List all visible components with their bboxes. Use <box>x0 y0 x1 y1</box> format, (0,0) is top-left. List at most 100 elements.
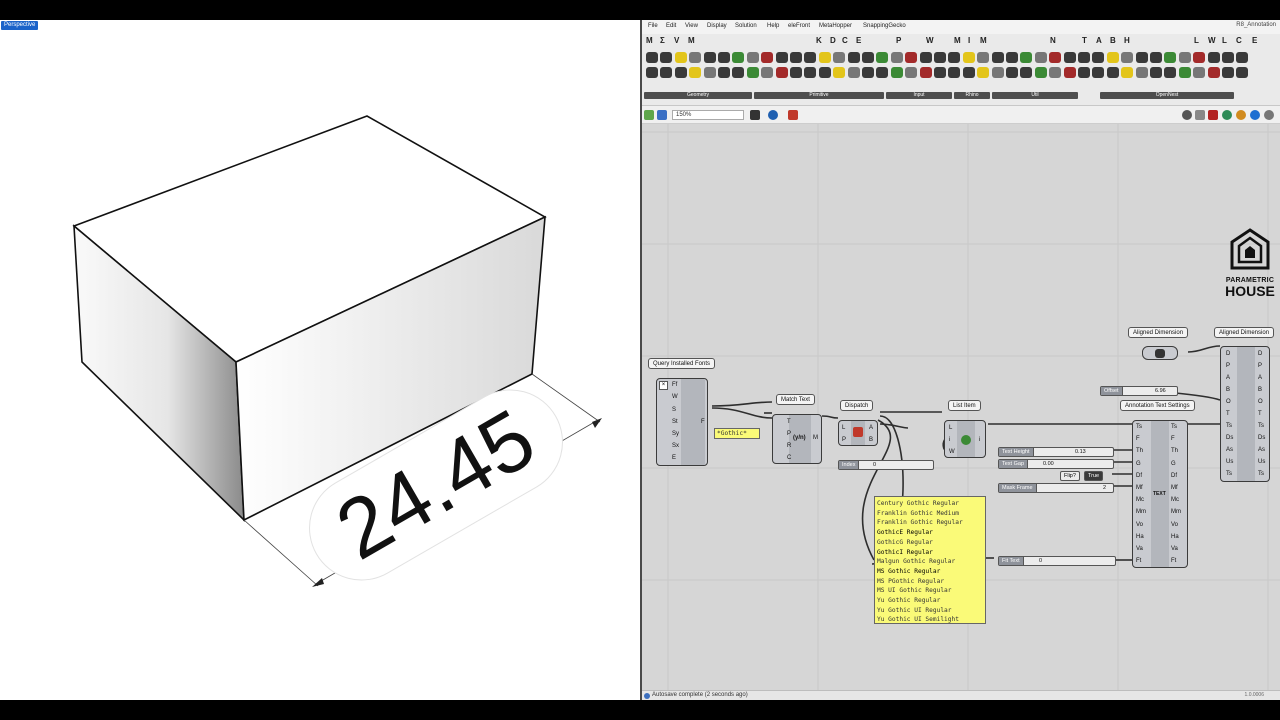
ribbon-tool-icon[interactable] <box>703 67 716 78</box>
gh-canvas[interactable]: PARAMETRIC HOUSE Query Installed Fonts F… <box>642 124 1280 690</box>
dimension-input-port[interactable]: Ts <box>1226 423 1232 430</box>
text-gap-slider[interactable]: Text Gap 0.00 <box>998 459 1114 469</box>
mask-frame-slider[interactable]: Mask Frame 2 <box>998 483 1114 493</box>
ribbon-tool-icon[interactable] <box>689 67 702 78</box>
ribbon-tool-icon[interactable] <box>761 67 774 78</box>
ribbon-tool-icon[interactable] <box>919 52 932 63</box>
annotation-input-port[interactable]: Mc <box>1136 497 1144 504</box>
ribbon-tool-icon[interactable] <box>1207 52 1220 63</box>
tab-maths[interactable]: Σ <box>660 36 665 45</box>
ribbon-tool-icon[interactable] <box>1092 67 1105 78</box>
text-height-slider[interactable]: Text Height 0.13 <box>998 447 1114 457</box>
port-m-out[interactable]: M <box>813 435 818 442</box>
ribbon-tool-icon[interactable] <box>646 52 658 63</box>
tab-b[interactable]: B <box>1110 36 1116 45</box>
menu-view[interactable]: View <box>685 22 698 31</box>
zoom-extents-icon[interactable] <box>750 110 760 120</box>
dimension-output-port[interactable]: P <box>1258 363 1262 370</box>
ribbon-tool-icon[interactable] <box>732 52 745 63</box>
menu-elefront[interactable]: eleFront <box>788 22 810 31</box>
tab-k[interactable]: K <box>816 36 822 45</box>
document-preview-icon[interactable] <box>1236 110 1246 120</box>
annotation-input-port[interactable]: Ha <box>1136 534 1144 541</box>
menu-snappinggecko[interactable]: SnappingGecko <box>863 22 906 31</box>
zoom-level-field[interactable]: 150% <box>672 110 744 120</box>
ribbon-tool-icon[interactable] <box>847 52 860 63</box>
annotation-output-port[interactable]: Ha <box>1171 534 1179 541</box>
dimension-input-port[interactable]: Ds <box>1226 435 1233 442</box>
dimension-input-port[interactable]: P <box>1226 363 1230 370</box>
ribbon-tool-icon[interactable] <box>674 67 687 78</box>
tab-e2[interactable]: E <box>1252 36 1257 45</box>
dimension-input-port[interactable]: B <box>1226 387 1230 394</box>
aligned-dimension-param[interactable] <box>1142 346 1178 360</box>
dimension-output-port[interactable]: B <box>1258 387 1262 394</box>
ribbon-tool-icon[interactable] <box>962 67 975 78</box>
ribbon-tool-icon[interactable] <box>1236 52 1249 63</box>
port-i-list[interactable]: i <box>949 437 950 444</box>
ribbon-tool-icon[interactable] <box>775 67 788 78</box>
port-e[interactable]: E <box>672 455 676 462</box>
annotation-input-port[interactable]: Df <box>1136 473 1142 480</box>
annotation-input-port[interactable]: Vo <box>1136 522 1143 529</box>
ribbon-tool-icon[interactable] <box>876 67 889 78</box>
ribbon-tool-icon[interactable] <box>833 52 846 63</box>
ribbon-tool-icon[interactable] <box>890 52 903 63</box>
port-b-out[interactable]: B <box>869 437 873 444</box>
port-ff[interactable]: Ff <box>672 382 677 389</box>
menu-edit[interactable]: Edit <box>666 22 676 31</box>
tab-w[interactable]: W <box>926 36 934 45</box>
index-slider[interactable]: Index 0 <box>838 460 934 470</box>
ribbon-tool-icon[interactable] <box>1121 67 1134 78</box>
ribbon-tool-icon[interactable] <box>1150 67 1162 78</box>
tab-l2[interactable]: L <box>1222 36 1227 45</box>
tab-params[interactable]: M <box>646 36 653 45</box>
annotation-text-settings-component[interactable]: Ts Ts F F Th Th G G Df Df Mf Mf Mc Mc Mm Mm Vo Vo Ha Ha Va Va… <box>1132 420 1188 568</box>
gothic-search-panel[interactable]: *Gothic* <box>714 428 760 439</box>
preview-mode-icon[interactable] <box>1182 110 1192 120</box>
ribbon-tool-icon[interactable] <box>1006 52 1018 63</box>
ribbon-tool-icon[interactable] <box>1178 67 1191 78</box>
ribbon-tool-icon[interactable] <box>1236 67 1249 78</box>
render-preview-icon[interactable] <box>1250 110 1260 120</box>
ribbon-tool-icon[interactable] <box>1222 52 1234 63</box>
annotation-input-port[interactable]: Ft <box>1136 558 1141 565</box>
menu-display[interactable]: Display <box>707 22 727 31</box>
annotation-output-port[interactable]: Mc <box>1171 497 1179 504</box>
annotation-input-port[interactable]: Th <box>1136 448 1143 455</box>
dimension-output-port[interactable]: T <box>1258 411 1262 418</box>
tab-i[interactable]: I <box>968 36 970 45</box>
dimension-output-port[interactable]: Us <box>1258 459 1265 466</box>
ribbon-tool-icon[interactable] <box>804 67 817 78</box>
annotation-input-port[interactable]: Mm <box>1136 509 1146 516</box>
tab-l[interactable]: L <box>1194 36 1199 45</box>
port-l-list[interactable]: L <box>949 425 952 432</box>
fit-text-slider[interactable]: Fit Text 0 <box>998 556 1116 566</box>
ribbon-tool-icon[interactable] <box>746 52 759 63</box>
ribbon-tool-icon[interactable] <box>1193 52 1206 63</box>
annotation-output-port[interactable]: Mf <box>1171 485 1178 492</box>
menu-solution[interactable]: Solution <box>735 22 757 31</box>
ribbon-tool-icon[interactable] <box>660 52 673 63</box>
ribbon-tool-icon[interactable] <box>948 52 961 63</box>
ribbon-tool-icon[interactable] <box>775 52 788 63</box>
dimension-output-port[interactable]: A <box>1258 375 1262 382</box>
annotation-output-port[interactable]: Vo <box>1171 522 1178 529</box>
annotation-input-port[interactable]: G <box>1136 461 1141 468</box>
sketch-pen-icon[interactable] <box>788 110 798 120</box>
port-w[interactable]: W <box>672 394 678 401</box>
port-st[interactable]: St <box>672 419 678 426</box>
font-list-panel[interactable]: Century Gothic Regular Franklin Gothic M… <box>874 496 986 624</box>
shaded-preview-icon[interactable] <box>1208 110 1218 120</box>
ribbon-tool-icon[interactable] <box>847 67 860 78</box>
ribbon-tool-icon[interactable] <box>746 67 759 78</box>
menu-metahopper[interactable]: MetaHopper <box>819 22 852 31</box>
annotation-output-port[interactable]: Va <box>1171 546 1178 553</box>
dimension-output-port[interactable]: Ds <box>1258 435 1265 442</box>
dimension-output-port[interactable]: Ts <box>1258 423 1264 430</box>
dimension-input-port[interactable]: O <box>1226 399 1231 406</box>
preview-eye-icon[interactable] <box>768 110 778 120</box>
tab-w2[interactable]: W <box>1208 36 1216 45</box>
tab-c[interactable]: C <box>842 36 848 45</box>
ribbon-tool-icon[interactable] <box>962 52 975 63</box>
